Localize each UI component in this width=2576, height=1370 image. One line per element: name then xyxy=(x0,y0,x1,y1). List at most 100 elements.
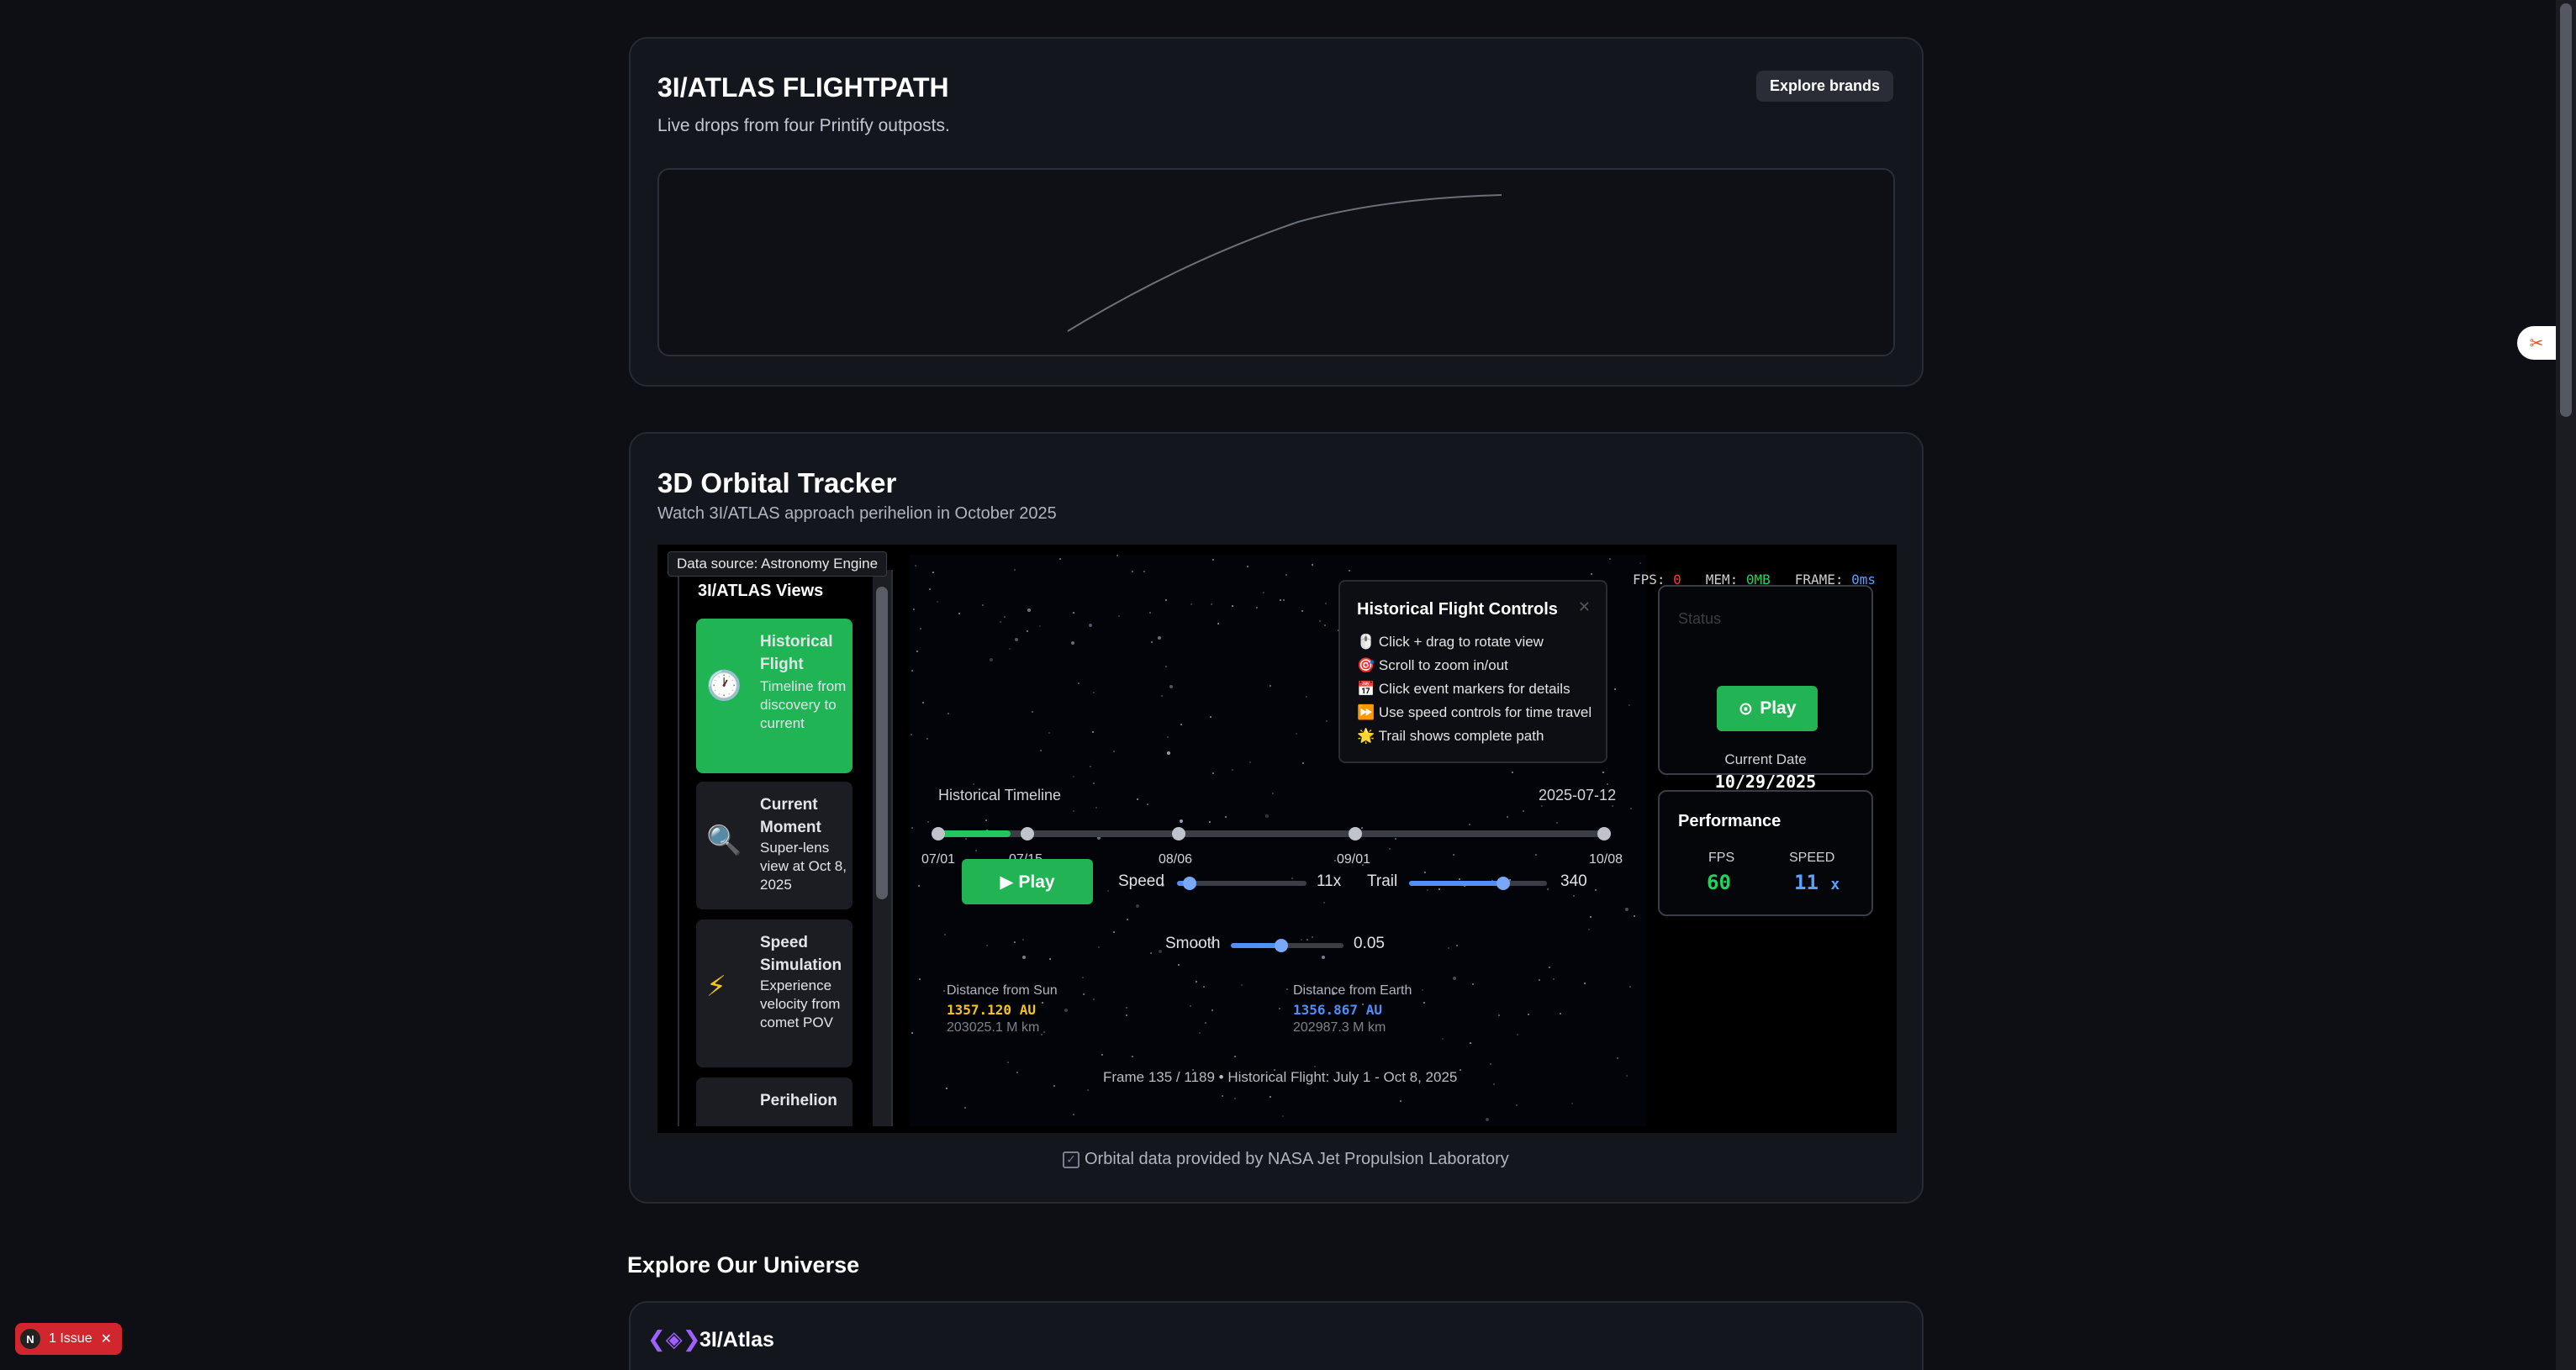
star xyxy=(1438,888,1440,890)
star xyxy=(1022,939,1024,941)
star xyxy=(1361,827,1363,829)
star xyxy=(1143,571,1145,572)
star xyxy=(1210,716,1211,718)
star xyxy=(1607,783,1608,785)
star xyxy=(1630,808,1632,809)
star xyxy=(1225,816,1227,818)
star xyxy=(1486,1118,1489,1121)
star xyxy=(1614,688,1616,690)
star xyxy=(1165,599,1167,601)
star xyxy=(1007,1062,1009,1063)
star xyxy=(1285,574,1287,576)
star xyxy=(1634,915,1635,917)
star xyxy=(1301,939,1302,941)
smooth-slider[interactable] xyxy=(1231,939,1343,952)
star xyxy=(1092,731,1094,733)
star xyxy=(1422,989,1423,991)
flightpath-title: 3I/ATLAS FLIGHTPATH xyxy=(657,72,949,103)
star xyxy=(1232,769,1233,771)
view-current-moment[interactable]: 🔍 Current Moment Super-lens view at Oct … xyxy=(696,782,853,909)
star xyxy=(1000,621,1001,623)
close-icon[interactable]: ✕ xyxy=(101,1330,112,1347)
view-name: Perihelion xyxy=(760,1092,837,1109)
star xyxy=(1628,704,1630,706)
star xyxy=(1560,1013,1561,1014)
star xyxy=(1150,952,1152,954)
issues-badge[interactable]: N 1 Issue ✕ xyxy=(15,1323,122,1355)
star xyxy=(916,651,918,652)
views-scrollbar[interactable] xyxy=(873,570,891,1126)
orbital-viewer[interactable]: Data source: Astronomy Engine 3I/ATLAS V… xyxy=(657,545,1897,1133)
star xyxy=(1549,967,1550,968)
play-button[interactable]: ▶ Play xyxy=(962,859,1093,904)
star xyxy=(1222,1095,1223,1097)
star xyxy=(1211,1009,1213,1011)
star xyxy=(1169,685,1173,688)
star xyxy=(1190,1005,1191,1007)
timeline-marker[interactable] xyxy=(932,827,945,840)
star xyxy=(1322,956,1325,959)
star xyxy=(1203,986,1205,988)
speed-slider[interactable] xyxy=(1177,877,1306,890)
distance-earth-label: Distance from Earth xyxy=(1293,983,1412,998)
view-historical-flight[interactable]: 🕐 Historical Flight Timeline from discov… xyxy=(696,619,853,773)
star xyxy=(1270,1096,1271,1098)
trail-slider-knob[interactable] xyxy=(1496,877,1510,890)
view-desc: Super-lens view at Oct 8, 2025 xyxy=(760,840,847,893)
star xyxy=(946,1088,948,1089)
star xyxy=(1027,630,1028,632)
star xyxy=(1180,724,1182,725)
timeline-progress xyxy=(937,830,1011,837)
star xyxy=(1423,1002,1425,1004)
smooth-slider-fill xyxy=(1231,943,1282,948)
star xyxy=(1625,908,1628,911)
page-scrollbar-thumb[interactable] xyxy=(2560,3,2572,417)
star xyxy=(1241,984,1243,986)
view-name: Speed Simulation xyxy=(760,934,842,974)
star xyxy=(1249,761,1251,763)
star xyxy=(1256,607,1258,609)
close-icon[interactable]: ✕ xyxy=(1578,598,1591,616)
next-logo-icon: N xyxy=(20,1329,40,1349)
flightpath-card: 3I/ATLAS FLIGHTPATH Live drops from four… xyxy=(629,37,1924,387)
star xyxy=(1459,878,1460,880)
timeline-marker[interactable] xyxy=(1349,827,1362,840)
trail-slider[interactable] xyxy=(1409,877,1547,890)
star xyxy=(1547,888,1549,890)
timeline-marker[interactable] xyxy=(1021,827,1034,840)
page-scrollbar[interactable] xyxy=(2556,0,2576,1370)
star xyxy=(1280,599,1281,601)
timeline-marker[interactable] xyxy=(1172,827,1185,840)
star xyxy=(1232,605,1233,607)
star xyxy=(1312,936,1313,938)
feedback-widget-icon[interactable]: ✂ xyxy=(2517,326,2556,360)
status-play-button[interactable]: ⊙ Play xyxy=(1717,686,1818,731)
view-speed-simulation[interactable]: ⚡ Speed Simulation Experience velocity f… xyxy=(696,919,853,1067)
star xyxy=(1048,732,1050,734)
star xyxy=(1014,941,1016,943)
views-scrollbar-thumb[interactable] xyxy=(876,587,888,899)
explore-brands-button[interactable]: Explore brands xyxy=(1755,71,1893,102)
star xyxy=(1323,902,1325,904)
distance-earth-km: 202987.3 M km xyxy=(1293,1020,1386,1035)
view-name: Current Moment xyxy=(760,796,821,836)
timeline-track[interactable] xyxy=(932,827,1611,840)
data-source-label: Data source: Astronomy Engine xyxy=(668,551,888,577)
star xyxy=(1126,1014,1127,1016)
star xyxy=(1041,1034,1043,1035)
atlas-brand-card[interactable]: ❮◈❯ 3I/Atlas xyxy=(629,1301,1924,1370)
star xyxy=(1349,570,1350,572)
star xyxy=(1209,821,1211,823)
view-perihelion[interactable]: Perihelion xyxy=(696,1078,853,1126)
star xyxy=(1286,988,1288,990)
star xyxy=(1291,877,1293,879)
star xyxy=(1584,983,1586,984)
star xyxy=(1314,1066,1316,1067)
star xyxy=(1553,978,1555,980)
star xyxy=(1040,750,1042,751)
lightning-icon: ⚡ xyxy=(706,971,726,1003)
star xyxy=(1014,569,1016,571)
timeline-marker[interactable] xyxy=(1597,827,1611,840)
star xyxy=(1127,919,1128,920)
orbital-tracker-card: 3D Orbital Tracker Watch 3I/ATLAS approa… xyxy=(629,432,1924,1204)
